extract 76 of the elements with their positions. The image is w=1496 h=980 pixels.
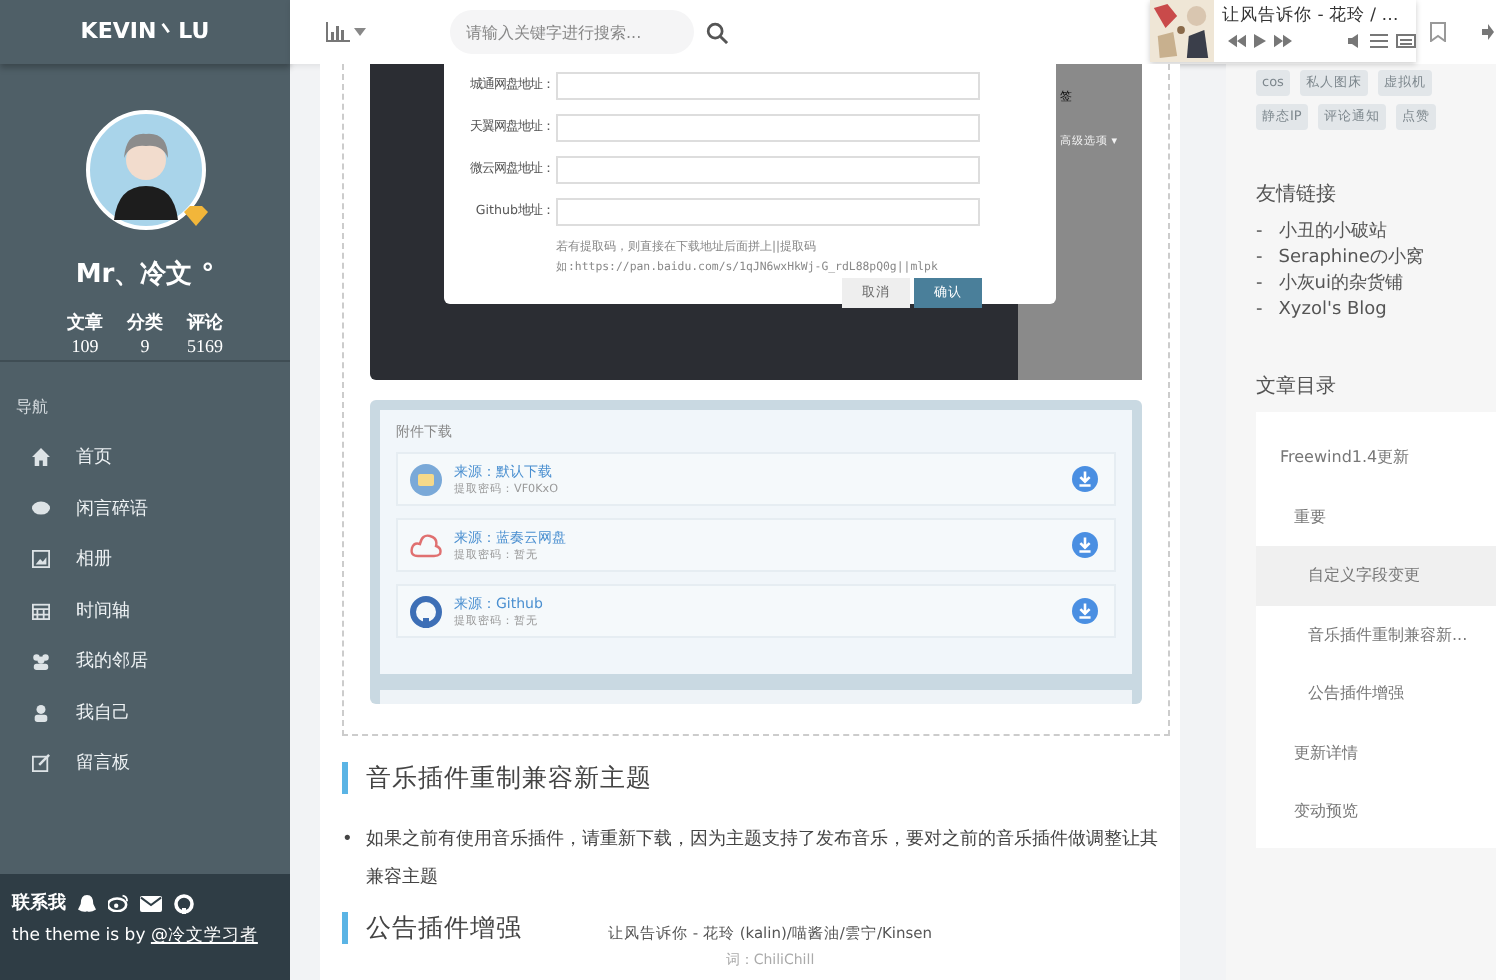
nav-item[interactable]: 闲言碎语 <box>76 495 148 522</box>
cloud-icon <box>410 529 442 561</box>
arrow-icon[interactable] <box>1482 24 1494 40</box>
speech-bubble-icon <box>32 499 50 518</box>
nav-item[interactable]: 首页 <box>76 444 112 471</box>
volume-icon[interactable] <box>1348 34 1362 48</box>
author-link[interactable]: @冷文学习者 <box>150 926 258 946</box>
download-icon[interactable] <box>1072 532 1098 558</box>
friend-link[interactable]: 小丑的小破站 <box>1278 222 1387 242</box>
profile-name: Mr、冷文 ° <box>75 257 215 292</box>
nav-heading: 导航 <box>14 396 50 418</box>
caret-icon <box>354 28 366 36</box>
site-logo[interactable]: KEVIN丶LU <box>0 0 290 64</box>
home-icon <box>32 448 50 467</box>
mail-icon[interactable] <box>140 895 162 911</box>
lyrics-icon[interactable] <box>1396 34 1416 48</box>
list-marker: - <box>1256 300 1263 320</box>
nav-item[interactable]: 留言板 <box>76 750 130 777</box>
nav-item[interactable]: 我自己 <box>76 699 130 726</box>
input-field[interactable] <box>556 197 980 225</box>
nav-item[interactable]: 时间轴 <box>76 597 130 624</box>
stat-label: 评论 <box>187 311 223 336</box>
friend-link[interactable]: Seraphineの小窝 <box>1278 248 1424 268</box>
diamond-icon <box>183 206 207 226</box>
download-icon[interactable] <box>1072 466 1098 492</box>
next-icon[interactable] <box>1274 34 1292 48</box>
calendar-icon <box>32 601 50 620</box>
credit-text: the theme is by <box>12 926 146 946</box>
search-icon[interactable] <box>706 21 728 43</box>
friend-link[interactable]: 小灰ui的杂货铺 <box>1278 274 1403 294</box>
nav-item[interactable]: 相册 <box>76 546 112 573</box>
section-title: 友情链接 <box>1256 181 1338 208</box>
nav-item[interactable]: 我的邻居 <box>76 648 148 675</box>
toc-item[interactable]: 更新详情 <box>1256 723 1496 782</box>
bar-chart-icon <box>326 22 350 42</box>
chart-menu-button[interactable] <box>326 22 366 42</box>
previous-icon[interactable] <box>1228 34 1246 48</box>
toc-item[interactable]: 重要 <box>1256 487 1496 546</box>
play-icon[interactable] <box>1254 34 1266 48</box>
list-marker: - <box>1256 222 1263 242</box>
friend-link[interactable]: Xyzol's Blog <box>1278 300 1387 320</box>
input-field[interactable] <box>556 155 980 183</box>
stat-value: 9 <box>140 336 150 356</box>
stat-value: 5169 <box>187 336 223 356</box>
download-icon[interactable] <box>1072 598 1098 624</box>
list-marker: - <box>1256 248 1263 268</box>
toc-item[interactable]: Freewind1.4更新 <box>1256 428 1496 487</box>
toc-item[interactable]: 音乐插件重制兼容新... <box>1256 605 1496 664</box>
contact-label: 联系我 <box>12 890 66 916</box>
list-item: 如果之前有使用音乐插件，请重新下载，因为主题支持了发布音乐，要对之前的音乐插件做调整让其兼容主题 <box>366 827 1160 892</box>
person-icon <box>32 703 50 722</box>
toc-item[interactable]: 变动预览 <box>1256 782 1496 841</box>
github-icon <box>410 595 442 627</box>
input-field[interactable] <box>556 71 980 99</box>
edit-icon <box>32 754 50 773</box>
stat-label: 分类 <box>127 310 163 336</box>
search-field[interactable]: 请输入关键字进行搜索... <box>450 10 694 54</box>
bookmark-icon[interactable] <box>1430 22 1446 42</box>
image-icon <box>32 550 50 569</box>
section-heading: 音乐插件重制兼容新主题 <box>342 762 1170 794</box>
stat-label: 文章 <box>67 310 103 336</box>
playlist-icon[interactable] <box>1370 34 1388 48</box>
input-field[interactable] <box>556 113 980 141</box>
avatar <box>85 110 205 230</box>
github-icon[interactable] <box>174 893 194 913</box>
toc-item[interactable]: 公告插件增强 <box>1256 664 1496 723</box>
folder-icon <box>410 463 442 495</box>
people-icon <box>32 652 50 671</box>
list-marker: - <box>1256 274 1263 294</box>
penguin-icon[interactable] <box>78 893 96 913</box>
song-title: 让风告诉你 - 花玲 / … <box>1222 4 1401 28</box>
stat-value: 109 <box>71 336 99 356</box>
toc-item[interactable]: 自定义字段变更 <box>1256 546 1496 605</box>
weibo-icon[interactable] <box>108 894 128 912</box>
section-title: 文章目录 <box>1256 373 1338 400</box>
bullet-marker: • <box>342 828 355 854</box>
